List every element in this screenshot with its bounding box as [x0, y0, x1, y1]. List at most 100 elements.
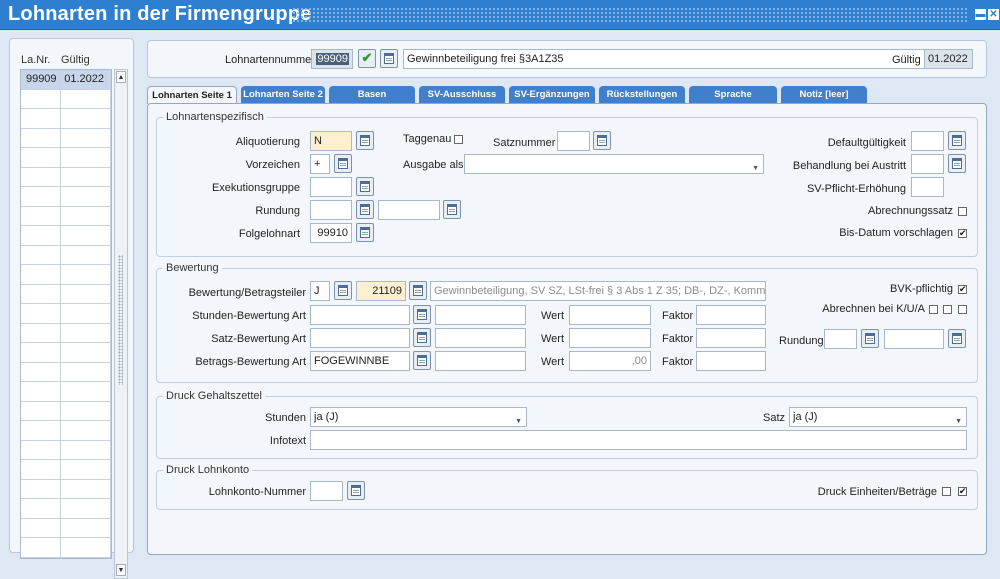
list-row[interactable]: [21, 187, 111, 207]
list-row[interactable]: [21, 382, 111, 402]
sv-pflicht-field[interactable]: [911, 177, 944, 197]
stunden-bewertung-desc[interactable]: [435, 305, 526, 325]
wert-field-3[interactable]: ,00: [569, 351, 651, 371]
einheiten-checkbox[interactable]: [942, 487, 951, 496]
bvk-pflichtig-checkbox[interactable]: ✔: [958, 285, 967, 294]
list-row[interactable]: [21, 284, 111, 304]
betrags-bewertung-lookup[interactable]: [413, 351, 431, 370]
list-row[interactable]: [21, 538, 111, 558]
exekutionsgruppe-lookup[interactable]: [356, 177, 374, 196]
confirm-check-icon[interactable]: ✔: [358, 49, 376, 68]
list-row[interactable]: [21, 460, 111, 480]
stunden-bewertung-lookup[interactable]: [413, 305, 431, 324]
defaultgueltigkeit-field[interactable]: [911, 131, 944, 151]
satz-bewertung-lookup[interactable]: [413, 328, 431, 347]
tab-lohnarten-seite-1[interactable]: Lohnarten Seite 1: [147, 86, 237, 104]
rundung-lookup[interactable]: [356, 200, 374, 219]
abrechnen-k-checkbox[interactable]: [929, 305, 938, 314]
satz-select[interactable]: ja (J) ▼: [789, 407, 967, 427]
aliquotierung-lookup[interactable]: [356, 131, 374, 150]
list-row[interactable]: [21, 128, 111, 148]
bewertung-code-lookup[interactable]: [409, 281, 427, 300]
folgelohnart-field[interactable]: 99910: [310, 223, 352, 243]
wert-field-1[interactable]: [569, 305, 651, 325]
rundung-bewertung-field-2[interactable]: [884, 329, 944, 349]
betraege-checkbox[interactable]: ✔: [958, 487, 967, 496]
satz-bewertung-desc[interactable]: [435, 328, 526, 348]
list-row[interactable]: [21, 323, 111, 343]
satz-bewertung-field[interactable]: [310, 328, 410, 348]
list-row[interactable]: [21, 206, 111, 226]
betrags-bewertung-field[interactable]: FOGEWINNBE: [310, 351, 410, 371]
scroll-up-button[interactable]: ▲: [116, 71, 126, 83]
list-row[interactable]: [21, 499, 111, 519]
abrechnungssatz-checkbox[interactable]: [958, 207, 967, 216]
faktor-field-1[interactable]: [696, 305, 766, 325]
list-row[interactable]: [21, 304, 111, 324]
stunden-bewertung-field[interactable]: [310, 305, 410, 325]
rundung-bewertung-lookup[interactable]: [861, 329, 879, 348]
defaultgueltigkeit-lookup[interactable]: [948, 131, 966, 150]
folgelohnart-lookup[interactable]: [356, 223, 374, 242]
tab-sv-ergaenzungen[interactable]: SV-Ergänzungen: [509, 86, 595, 103]
list-row[interactable]: [21, 518, 111, 538]
tab-basen[interactable]: Basen: [329, 86, 415, 103]
tab-rueckstellungen[interactable]: Rückstellungen: [599, 86, 685, 103]
list-row[interactable]: [21, 89, 111, 109]
austritt-lookup[interactable]: [948, 154, 966, 173]
list-row[interactable]: [21, 148, 111, 168]
satznummer-field[interactable]: [557, 131, 590, 151]
tab-lohnarten-seite-2[interactable]: Lohnarten Seite 2: [241, 86, 325, 103]
rundung-bewertung-lookup-2[interactable]: [948, 329, 966, 348]
betragsteiler-field[interactable]: J: [310, 281, 330, 301]
list-row[interactable]: [21, 440, 111, 460]
bis-datum-checkbox[interactable]: ✔: [958, 229, 967, 238]
description-field[interactable]: Gewinnbeteiligung frei §3A1Z35: [403, 49, 959, 69]
lohnkonto-nummer-field[interactable]: [310, 481, 343, 501]
abrechnen-u-checkbox[interactable]: [943, 305, 952, 314]
betragsteiler-lookup[interactable]: [334, 281, 352, 300]
list-scrollbar[interactable]: ▲ ▼: [114, 69, 128, 579]
list-row[interactable]: [21, 109, 111, 129]
vorzeichen-field[interactable]: +: [310, 154, 330, 174]
list-row[interactable]: [21, 401, 111, 421]
satznummer-lookup[interactable]: [593, 131, 611, 150]
list-row[interactable]: [21, 343, 111, 363]
list-row[interactable]: [21, 479, 111, 499]
stunden-select[interactable]: ja (J) ▼: [310, 407, 527, 427]
rundung-field[interactable]: [310, 200, 352, 220]
list-row[interactable]: [21, 167, 111, 187]
lohnkonto-nummer-lookup[interactable]: [347, 481, 365, 500]
infotext-field[interactable]: [310, 430, 967, 450]
close-button[interactable]: ✕: [988, 9, 999, 20]
tab-notiz[interactable]: Notiz [leer]: [781, 86, 867, 103]
lohnartennummer-field[interactable]: 99909: [311, 49, 353, 69]
bewertung-code-field[interactable]: 21109: [356, 281, 406, 301]
rundung-lookup-2[interactable]: [443, 200, 461, 219]
wert-field-2[interactable]: [569, 328, 651, 348]
tab-sprache[interactable]: Sprache: [689, 86, 777, 103]
taggenau-checkbox[interactable]: [454, 135, 463, 144]
list-row[interactable]: [21, 421, 111, 441]
rundung-field-2[interactable]: [378, 200, 440, 220]
lookup-button[interactable]: [380, 49, 398, 68]
list-row[interactable]: [21, 226, 111, 246]
list-row[interactable]: [21, 245, 111, 265]
list-row[interactable]: [21, 362, 111, 382]
vorzeichen-lookup[interactable]: [334, 154, 352, 173]
exekutionsgruppe-field[interactable]: [310, 177, 352, 197]
list-row[interactable]: [21, 265, 111, 285]
rundung-bewertung-field[interactable]: [824, 329, 857, 349]
list-row-selected[interactable]: 99909 01.2022: [21, 70, 111, 90]
scroll-down-button[interactable]: ▼: [116, 564, 126, 576]
faktor-field-3[interactable]: [696, 351, 766, 371]
betrags-bewertung-desc[interactable]: [435, 351, 526, 371]
aliquotierung-field[interactable]: N: [310, 131, 352, 151]
faktor-field-2[interactable]: [696, 328, 766, 348]
abrechnen-a-checkbox[interactable]: [958, 305, 967, 314]
austritt-field[interactable]: [911, 154, 944, 174]
bewertung-code-description[interactable]: Gewinnbeteiligung, SV SZ, LSt-frei § 3 A…: [430, 281, 766, 301]
ausgabe-als-select[interactable]: ▼: [464, 154, 764, 174]
minimize-button[interactable]: ▬: [975, 9, 986, 20]
tab-sv-ausschluss[interactable]: SV-Ausschluss: [419, 86, 505, 103]
